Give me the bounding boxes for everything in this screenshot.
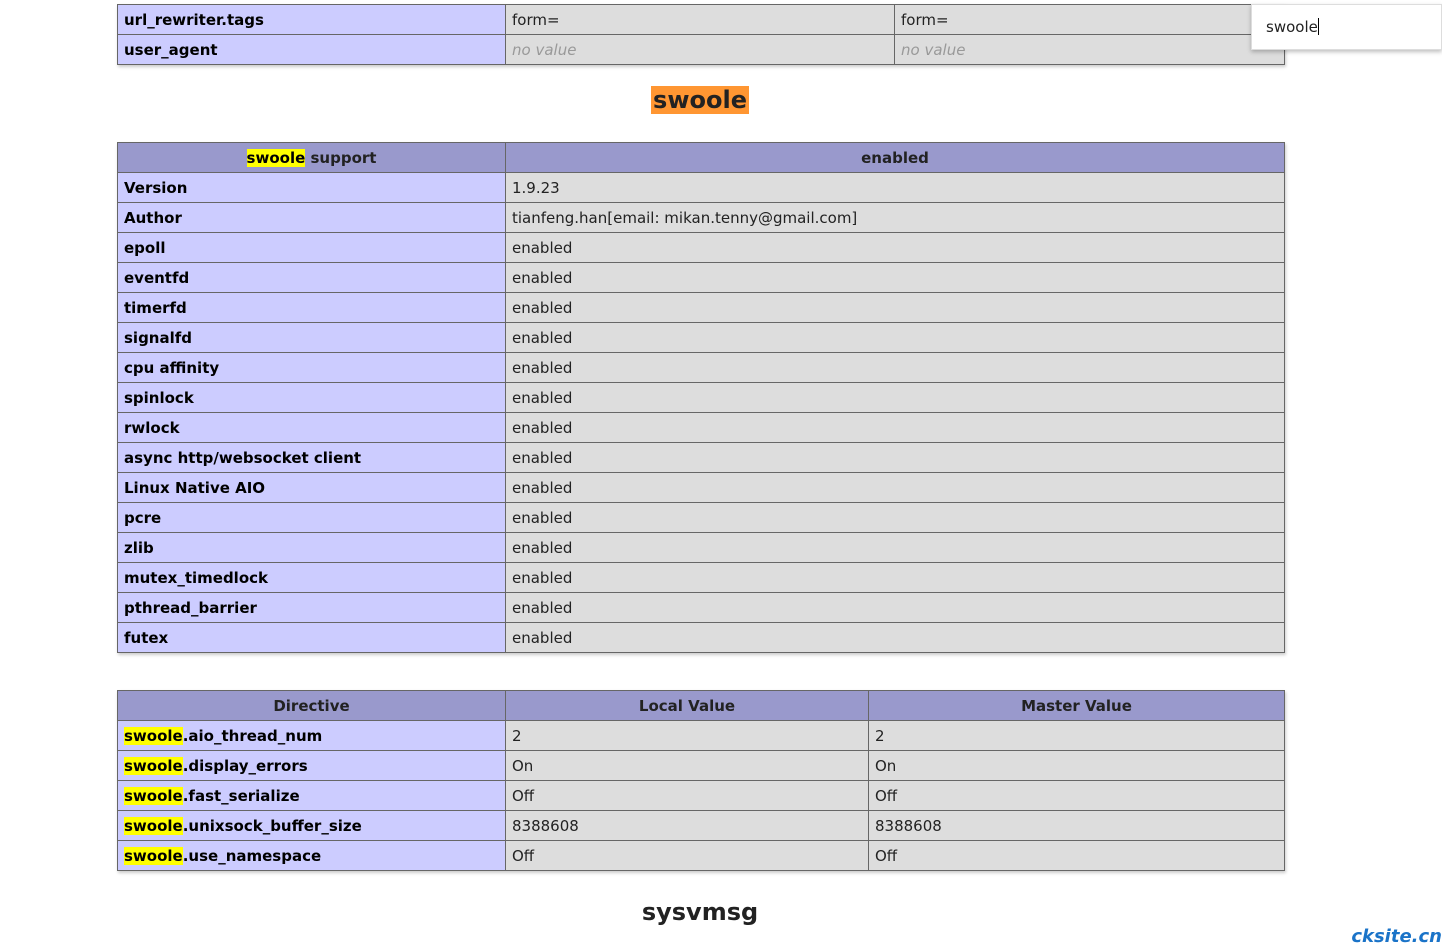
table-row: swoole.fast_serialize Off Off [117, 780, 1285, 811]
local-value: form= [505, 4, 895, 35]
feature-value: enabled [505, 232, 1285, 263]
feature-value: enabled [505, 382, 1285, 413]
table-row: eventfd enabled [117, 262, 1285, 293]
master-value: Off [868, 780, 1285, 811]
feature-name: spinlock [117, 382, 506, 413]
feature-name: Linux Native AIO [117, 472, 506, 503]
directive-name: swoole.fast_serialize [117, 780, 506, 811]
feature-name: pthread_barrier [117, 592, 506, 623]
search-match: swoole [124, 726, 183, 745]
search-match: swoole [124, 846, 183, 865]
feature-value: enabled [505, 352, 1285, 383]
directive-header: Directive [117, 690, 506, 721]
master-value: Off [868, 840, 1285, 871]
table-row: user_agent no value no value [117, 34, 1285, 65]
master-value: On [868, 750, 1285, 781]
text-caret [1317, 18, 1319, 35]
search-match: swoole [124, 756, 183, 775]
directive-name: swoole.aio_thread_num [117, 720, 506, 751]
feature-name: epoll [117, 232, 506, 263]
local-value: Off [505, 780, 869, 811]
watermark: cksite.cn [1351, 926, 1442, 947]
feature-value: enabled [505, 502, 1285, 533]
section-title-sysvmsg: sysvmsg [641, 898, 759, 926]
feature-value: enabled [505, 262, 1285, 293]
search-match: swoole [124, 816, 183, 835]
feature-name: cpu affinity [117, 352, 506, 383]
table-header-row: swoole support enabled [117, 142, 1285, 173]
support-status-header: enabled [505, 142, 1285, 173]
table-row: spinlock enabled [117, 382, 1285, 413]
table-row: url_rewriter.tags form= form= [117, 4, 1285, 35]
section-title-swoole: swoole [0, 86, 1400, 114]
directive-name: user_agent [117, 34, 506, 65]
feature-value: tianfeng.han[email: mikan.tenny@gmail.co… [505, 202, 1285, 233]
table-row: epoll enabled [117, 232, 1285, 263]
feature-value: 1.9.23 [505, 172, 1285, 203]
table-row: Linux Native AIO enabled [117, 472, 1285, 503]
feature-name: zlib [117, 532, 506, 563]
local-value: 8388608 [505, 810, 869, 841]
feature-value: enabled [505, 412, 1285, 443]
local-value: 2 [505, 720, 869, 751]
feature-value: enabled [505, 292, 1285, 323]
find-in-page-input[interactable]: swoole [1251, 4, 1442, 50]
table-row: Author tianfeng.han[email: mikan.tenny@gm… [117, 202, 1285, 233]
search-match: swoole [246, 148, 306, 167]
master-value: no value [894, 34, 1285, 65]
feature-name: eventfd [117, 262, 506, 293]
table-row: mutex_timedlock enabled [117, 562, 1285, 593]
feature-value: enabled [505, 562, 1285, 593]
feature-value: enabled [505, 472, 1285, 503]
feature-name: futex [117, 622, 506, 653]
local-value: On [505, 750, 869, 781]
feature-value: enabled [505, 592, 1285, 623]
swoole-directives-table: Directive Local Value Master Value swool… [117, 690, 1285, 871]
table-row: Version 1.9.23 [117, 172, 1285, 203]
table-row: pcre enabled [117, 502, 1285, 533]
master-value: 8388608 [868, 810, 1285, 841]
table-row: timerfd enabled [117, 292, 1285, 323]
feature-name: Author [117, 202, 506, 233]
feature-name: signalfd [117, 322, 506, 353]
feature-name: mutex_timedlock [117, 562, 506, 593]
feature-name: pcre [117, 502, 506, 533]
feature-name: timerfd [117, 292, 506, 323]
directive-name: url_rewriter.tags [117, 4, 506, 35]
find-query: swoole [1266, 18, 1318, 36]
master-value: form= [894, 4, 1285, 35]
feature-value: enabled [505, 442, 1285, 473]
table-header-row: Directive Local Value Master Value [117, 690, 1285, 721]
table-row: swoole.unixsock_buffer_size 8388608 838860… [117, 810, 1285, 841]
local-value: Off [505, 840, 869, 871]
table-row: futex enabled [117, 622, 1285, 653]
master-value-header: Master Value [868, 690, 1285, 721]
table-row: swoole.use_namespace Off Off [117, 840, 1285, 871]
table-row: cpu affinity enabled [117, 352, 1285, 383]
top-directives-table: url_rewriter.tags form= form= user_agent… [117, 4, 1285, 65]
table-row: signalfd enabled [117, 322, 1285, 353]
local-value-header: Local Value [505, 690, 869, 721]
feature-name: rwlock [117, 412, 506, 443]
feature-value: enabled [505, 532, 1285, 563]
table-row: swoole.display_errors On On [117, 750, 1285, 781]
table-row: swoole.aio_thread_num 2 2 [117, 720, 1285, 751]
table-row: pthread_barrier enabled [117, 592, 1285, 623]
support-header: swoole support [117, 142, 506, 173]
feature-name: async http/websocket client [117, 442, 506, 473]
directive-name: swoole.display_errors [117, 750, 506, 781]
active-search-match: swoole [651, 86, 749, 114]
swoole-support-table: swoole support enabled Version 1.9.23 Auth… [117, 142, 1285, 653]
master-value: 2 [868, 720, 1285, 751]
search-match: swoole [124, 786, 183, 805]
feature-value: enabled [505, 322, 1285, 353]
table-row: rwlock enabled [117, 412, 1285, 443]
local-value: no value [505, 34, 895, 65]
table-row: zlib enabled [117, 532, 1285, 563]
feature-name: Version [117, 172, 506, 203]
directive-name: swoole.use_namespace [117, 840, 506, 871]
feature-value: enabled [505, 622, 1285, 653]
table-row: async http/websocket client enabled [117, 442, 1285, 473]
directive-name: swoole.unixsock_buffer_size [117, 810, 506, 841]
